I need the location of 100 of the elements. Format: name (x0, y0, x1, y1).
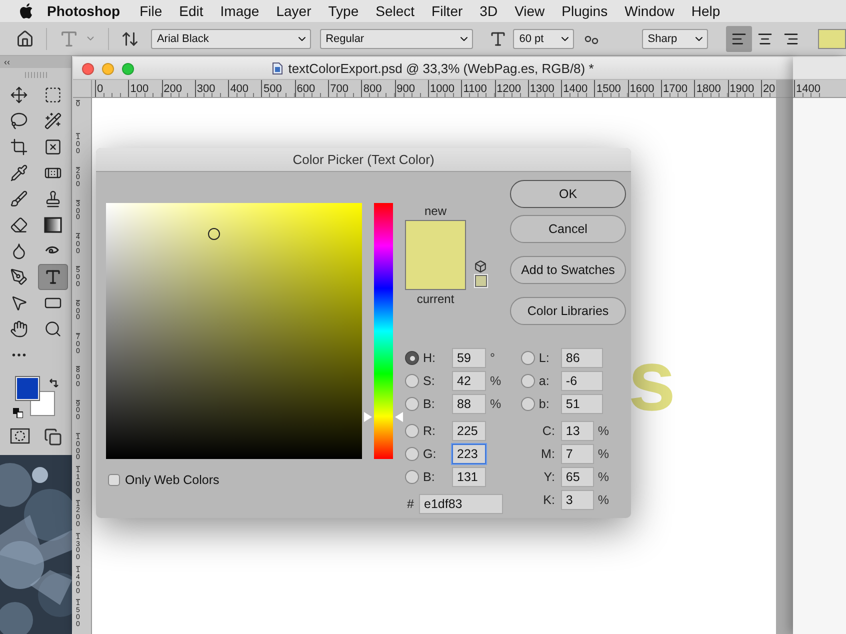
dropdown-value: Sharp (648, 32, 678, 44)
input-field[interactable]: 131 (452, 467, 486, 487)
menu-item[interactable]: Layer (268, 3, 320, 19)
default-colors-icon[interactable] (12, 408, 22, 418)
unit-label: % (490, 374, 502, 388)
radio-button[interactable] (405, 470, 419, 484)
unit-label: % (598, 447, 610, 461)
input-field[interactable]: 225 (452, 421, 486, 441)
quick-mask-icon[interactable] (10, 428, 30, 444)
text-color-swatch[interactable] (818, 28, 846, 48)
ruler-label: 500 (261, 80, 295, 97)
color-swatches[interactable] (14, 376, 56, 418)
menu-item[interactable]: 3D (471, 3, 506, 19)
radio-button[interactable] (405, 374, 419, 388)
ruler-label: 1400 (561, 80, 594, 97)
dialog-button[interactable]: Add to Swatches (510, 256, 626, 284)
hex-field[interactable]: e1df83 (419, 494, 503, 514)
ruler-label: 400 (228, 80, 262, 97)
dialog-button[interactable]: OK (510, 180, 626, 208)
document-icon (272, 62, 284, 74)
color-field[interactable] (106, 203, 362, 459)
input-field[interactable]: 65 (560, 467, 594, 487)
hue-slider-handle[interactable] (364, 412, 403, 422)
ruler-label: 100 (128, 80, 162, 97)
radio-button[interactable] (520, 351, 535, 365)
swap-colors-icon[interactable] (48, 378, 58, 388)
input-field[interactable]: 51 (560, 394, 603, 414)
home-icon[interactable] (16, 30, 34, 48)
input-field[interactable]: 42 (452, 371, 486, 391)
app-menu[interactable]: Photoshop (33, 3, 132, 19)
radio-button[interactable] (405, 351, 419, 365)
dialog-button[interactable]: Color Libraries (510, 297, 626, 325)
zoom-button[interactable] (122, 63, 134, 75)
menu-item[interactable]: Plugins (553, 3, 616, 19)
field-label: K: (542, 493, 555, 507)
close-button[interactable] (82, 63, 94, 75)
apple-logo-icon[interactable] (19, 3, 33, 19)
dropdown-value: Arial Black (156, 32, 209, 44)
menu-item[interactable]: File (131, 3, 171, 19)
field-label: a: (538, 374, 550, 388)
unit-label: % (598, 424, 610, 438)
field-label: R: (423, 424, 436, 438)
field-label: B: (423, 470, 436, 484)
menu-item[interactable]: View (506, 3, 554, 19)
font-size-dropdown[interactable]: 60 pt (513, 28, 574, 48)
radio-button[interactable] (520, 374, 535, 388)
screen-mode-icon[interactable] (44, 428, 62, 446)
ruler-label: 1800 (694, 80, 728, 97)
ruler-label: 1000 (428, 80, 462, 97)
text-orientation-icon[interactable] (120, 30, 139, 48)
checkbox[interactable] (108, 474, 120, 486)
input-field[interactable]: 86 (560, 348, 603, 368)
collapse-button[interactable]: ‹‹ (4, 57, 10, 67)
ruler-label: 0 (95, 80, 128, 97)
ruler-label: 1100 (461, 80, 495, 97)
radio-button[interactable] (405, 447, 419, 461)
field-label: C: (541, 424, 555, 438)
field-label: G: (423, 447, 438, 461)
unit-label: % (598, 493, 610, 507)
menu-item[interactable]: Select (367, 3, 424, 19)
color-marker[interactable] (208, 228, 220, 240)
input-field[interactable]: 223 (452, 444, 486, 464)
field-label: S: (423, 374, 436, 388)
align-left-button[interactable] (726, 26, 752, 52)
menu-item[interactable]: Window (616, 3, 683, 19)
radio-button[interactable] (520, 397, 535, 411)
menu-item[interactable]: Type (320, 3, 368, 19)
ruler-label: 700 (328, 80, 362, 97)
field-label: H: (423, 351, 436, 365)
web-safe-swatch[interactable] (474, 275, 486, 287)
input-field[interactable]: 7 (560, 444, 594, 464)
font-style-dropdown[interactable]: Regular (320, 28, 474, 48)
font-family-dropdown[interactable]: Arial Black (150, 28, 311, 48)
antialias-dropdown[interactable]: Sharp (642, 28, 708, 48)
input-field[interactable]: -6 (560, 371, 603, 391)
type-icon[interactable] (38, 264, 68, 290)
menu-item[interactable]: Image (212, 3, 268, 19)
field-label: B: (423, 397, 436, 411)
swatch-label: new (424, 204, 446, 218)
menu-item[interactable]: Edit (170, 3, 212, 19)
field-label: L: (538, 351, 550, 365)
unit-label: % (490, 397, 502, 411)
menu-item[interactable]: Help (682, 3, 729, 19)
align-left-icon (731, 30, 748, 46)
dropdown-value: Regular (326, 32, 364, 44)
input-field[interactable]: 59 (452, 348, 486, 368)
cube-icon[interactable] (474, 260, 487, 273)
input-field[interactable]: 13 (560, 421, 594, 441)
font-size-icon[interactable] (489, 30, 508, 48)
input-field[interactable]: 88 (452, 394, 486, 414)
ruler-label: 1500 (594, 80, 628, 97)
checkbox-label: Only Web Colors (125, 473, 220, 487)
canvas-text: s (628, 338, 676, 424)
unit-label: % (598, 470, 610, 484)
radio-button[interactable] (405, 397, 419, 411)
input-field[interactable]: 3 (560, 490, 594, 510)
field-label: # (407, 497, 415, 511)
radio-button[interactable] (405, 424, 419, 438)
menu-item[interactable]: Filter (423, 3, 472, 19)
dialog-button[interactable]: Cancel (510, 215, 626, 243)
